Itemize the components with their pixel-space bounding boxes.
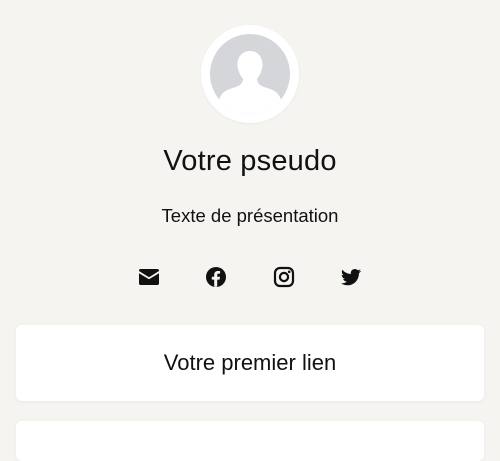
instagram-icon (273, 266, 295, 288)
link-button-2[interactable] (16, 421, 484, 461)
facebook-link[interactable] (204, 265, 228, 289)
email-link[interactable] (137, 265, 161, 289)
facebook-icon (206, 267, 226, 287)
social-links (0, 265, 500, 289)
avatar (210, 34, 290, 114)
instagram-link[interactable] (272, 265, 296, 289)
user-silhouette-icon (219, 51, 281, 114)
avatar-frame (201, 25, 299, 123)
envelope-icon (139, 269, 159, 285)
twitter-link[interactable] (339, 265, 363, 289)
link-button-1[interactable]: Votre premier lien (16, 325, 484, 401)
profile-username: Votre pseudo (163, 145, 337, 177)
twitter-icon (341, 269, 361, 286)
profile-bio: Texte de présentation (161, 205, 339, 226)
link-button-label: Votre premier lien (163, 350, 337, 375)
